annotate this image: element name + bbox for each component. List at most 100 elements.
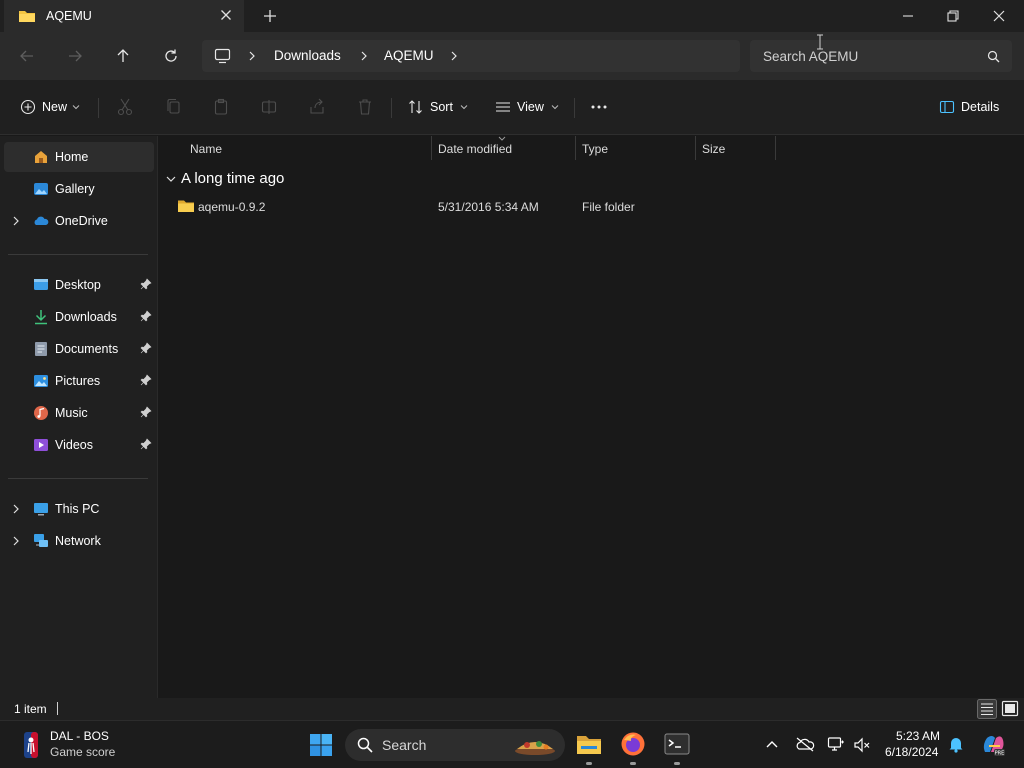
sidebar-item-videos[interactable]: Videos: [4, 430, 154, 460]
share-icon[interactable]: [309, 96, 325, 118]
sidebar-item-music[interactable]: Music: [4, 398, 154, 428]
cut-icon[interactable]: [117, 96, 133, 118]
sidebar-item-label: Home: [55, 150, 89, 164]
folder-icon: [178, 200, 194, 212]
pin-icon[interactable]: [140, 310, 152, 322]
tab-aqemu[interactable]: AQEMU: [4, 0, 244, 32]
paste-icon[interactable]: [213, 96, 229, 118]
column-divider[interactable]: [431, 136, 432, 160]
details-view-icon[interactable]: [977, 699, 997, 719]
new-tab-icon[interactable]: [262, 8, 278, 24]
onedrive-icon: [34, 216, 49, 225]
start-icon[interactable]: [309, 733, 333, 757]
title-bar: AQEMU: [0, 0, 1024, 32]
rename-icon[interactable]: [261, 96, 277, 118]
column-header-date-modified[interactable]: Date modified: [438, 136, 512, 160]
sidebar-item-downloads[interactable]: Downloads: [4, 302, 154, 332]
forward-button[interactable]: [63, 44, 87, 68]
pin-icon[interactable]: [140, 278, 152, 290]
file-date-modified: 5/31/2016 5:34 AM: [438, 200, 539, 214]
back-button[interactable]: [15, 44, 39, 68]
sidebar-item-label: OneDrive: [55, 214, 108, 228]
view-button[interactable]: View: [495, 96, 559, 118]
column-divider[interactable]: [575, 136, 576, 160]
breadcrumb-downloads[interactable]: Downloads: [274, 48, 341, 63]
more-options-icon[interactable]: [590, 96, 608, 118]
sidebar-item-label: Downloads: [55, 310, 117, 324]
pin-icon[interactable]: [140, 342, 152, 354]
details-button[interactable]: Details: [939, 96, 999, 118]
sidebar-item-home[interactable]: Home: [4, 142, 154, 172]
taskbar-search[interactable]: Search: [345, 729, 565, 761]
refresh-button[interactable]: [159, 44, 183, 68]
new-button[interactable]: New: [20, 96, 80, 118]
up-button[interactable]: [111, 44, 135, 68]
sidebar-item-this-pc[interactable]: This PC: [4, 494, 154, 524]
column-header-name[interactable]: Name: [190, 136, 222, 160]
chevron-up-icon[interactable]: [765, 738, 779, 750]
delete-icon[interactable]: [357, 96, 373, 118]
chevron-right-icon[interactable]: [360, 51, 368, 61]
group-label: A long time ago: [181, 170, 285, 187]
column-divider[interactable]: [695, 136, 696, 160]
sort-label: Sort: [430, 100, 453, 114]
volume-muted-icon[interactable]: [853, 736, 871, 754]
chevron-right-icon[interactable]: [450, 51, 458, 61]
widget-game-score[interactable]: DAL - BOS Game score: [20, 727, 160, 763]
file-name: aqemu-0.9.2: [198, 200, 266, 214]
copy-icon[interactable]: [165, 96, 181, 118]
onedrive-offline-icon[interactable]: [795, 736, 815, 752]
chevron-right-icon[interactable]: [11, 535, 21, 547]
pin-icon[interactable]: [140, 406, 152, 418]
minimize-icon[interactable]: [898, 6, 918, 26]
terminal-icon[interactable]: [664, 731, 690, 757]
gallery-icon: [34, 183, 48, 195]
large-icons-view-icon[interactable]: [1000, 699, 1020, 719]
close-window-icon[interactable]: [989, 6, 1009, 26]
desktop-icon: [34, 279, 48, 290]
divider: [98, 98, 99, 118]
pin-icon[interactable]: [140, 438, 152, 450]
address-bar[interactable]: Downloads AQEMU: [202, 40, 740, 72]
sidebar-item-gallery[interactable]: Gallery: [4, 174, 154, 204]
sidebar-item-onedrive[interactable]: OneDrive: [4, 206, 154, 236]
clock-time[interactable]: 5:23 AM: [896, 729, 940, 743]
chevron-right-icon[interactable]: [11, 215, 21, 227]
chevron-down-icon: [72, 105, 80, 110]
running-indicator: [630, 762, 636, 765]
arrow-left-icon: [20, 50, 33, 62]
sidebar-item-documents[interactable]: Documents: [4, 334, 154, 364]
pictures-icon: [34, 375, 48, 387]
divider: [8, 254, 148, 255]
documents-icon: [35, 342, 47, 356]
search-input[interactable]: Search AQEMU: [750, 40, 1012, 72]
sort-button[interactable]: Sort: [408, 96, 468, 118]
chevron-right-icon[interactable]: [248, 51, 256, 61]
file-explorer-icon[interactable]: [576, 731, 602, 757]
notification-bell-icon[interactable]: [948, 735, 964, 753]
chevron-right-icon[interactable]: [11, 503, 21, 515]
search-icon[interactable]: [987, 50, 1000, 63]
widget-title: DAL - BOS: [50, 729, 109, 743]
column-header-type[interactable]: Type: [582, 136, 608, 160]
sidebar-item-label: Desktop: [55, 278, 101, 292]
clock-date[interactable]: 6/18/2024: [885, 745, 938, 759]
column-header-size[interactable]: Size: [702, 136, 725, 160]
taskbar: DAL - BOS Game score Search 5:23 AM 6/18…: [0, 720, 1024, 768]
sidebar-item-pictures[interactable]: Pictures: [4, 366, 154, 396]
firefox-icon[interactable]: [620, 731, 646, 757]
pin-icon[interactable]: [140, 374, 152, 386]
restore-icon[interactable]: [943, 6, 963, 26]
arrow-up-icon: [117, 49, 129, 62]
sidebar-item-network[interactable]: Network: [4, 526, 154, 556]
table-row[interactable]: aqemu-0.9.2 5/31/2016 5:34 AM File folde…: [173, 196, 813, 218]
chevron-down-icon: [460, 105, 468, 110]
network-status-icon[interactable]: [827, 736, 845, 754]
group-header[interactable]: A long time ago: [165, 170, 284, 187]
details-label: Details: [961, 100, 1000, 114]
close-tab-icon[interactable]: [218, 7, 234, 23]
sidebar-item-desktop[interactable]: Desktop: [4, 270, 154, 300]
breadcrumb-aqemu[interactable]: AQEMU: [384, 48, 434, 63]
column-divider[interactable]: [775, 136, 776, 160]
copilot-icon[interactable]: PRE: [980, 732, 1006, 758]
